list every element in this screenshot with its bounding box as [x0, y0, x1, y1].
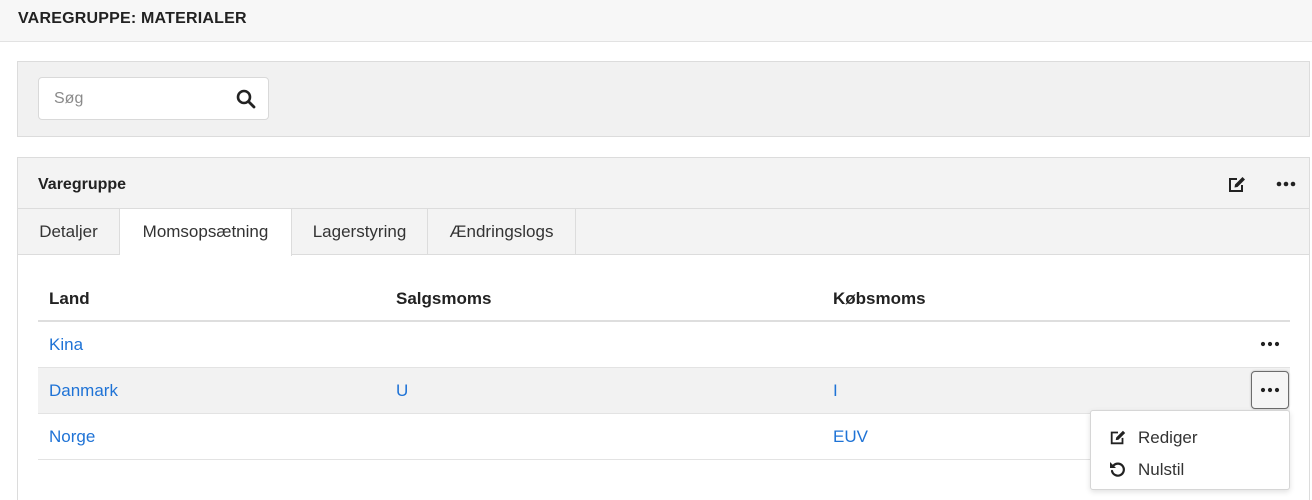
column-header-salgsmoms: Salgsmoms	[396, 289, 492, 308]
search-box[interactable]	[38, 77, 269, 120]
column-header-land: Land	[49, 289, 90, 308]
row-more-icon[interactable]	[1251, 325, 1289, 363]
cell-kobsmoms[interactable]: I	[833, 381, 838, 401]
page-title: VAREGRUPPE: MATERIALER	[18, 10, 247, 27]
menu-item-label: Rediger	[1138, 428, 1198, 447]
tab-momsopsaetning[interactable]: Momsopsætning	[120, 209, 292, 256]
cell-salgsmoms[interactable]: U	[396, 381, 408, 401]
tab-detaljer[interactable]: Detaljer	[18, 209, 120, 255]
card-title: Varegruppe	[38, 176, 127, 193]
menu-item-rediger[interactable]: Rediger	[1091, 420, 1289, 452]
tab-aendringslogs[interactable]: Ændringslogs	[428, 209, 576, 255]
card-header: Varegruppe	[18, 158, 1309, 209]
menu-item-nulstil[interactable]: Nulstil	[1091, 452, 1289, 484]
search-input[interactable]	[40, 79, 225, 118]
search-panel	[17, 61, 1310, 137]
more-horizontal-icon[interactable]	[1274, 174, 1298, 194]
undo-icon	[1108, 460, 1128, 478]
cell-kobsmoms[interactable]: EUV	[833, 427, 868, 447]
table-row: Kina	[38, 322, 1290, 368]
row-action-menu: Rediger Nulstil	[1090, 410, 1290, 490]
table-row: Danmark U I	[38, 368, 1290, 414]
tab-bar: Detaljer Momsopsætning Lagerstyring Ændr…	[18, 209, 1309, 256]
column-header-kobsmoms: Købsmoms	[833, 289, 926, 308]
row-more-icon[interactable]	[1251, 371, 1289, 409]
top-bar: VAREGRUPPE: MATERIALER	[0, 0, 1312, 42]
menu-item-label: Nulstil	[1138, 460, 1185, 479]
edit-icon	[1108, 428, 1128, 446]
edit-icon[interactable]	[1226, 174, 1248, 194]
cell-land[interactable]: Kina	[49, 335, 83, 355]
search-icon[interactable]	[236, 89, 256, 109]
cell-land[interactable]: Norge	[49, 427, 95, 447]
tab-lagerstyring[interactable]: Lagerstyring	[292, 209, 428, 255]
cell-land[interactable]: Danmark	[49, 381, 118, 401]
